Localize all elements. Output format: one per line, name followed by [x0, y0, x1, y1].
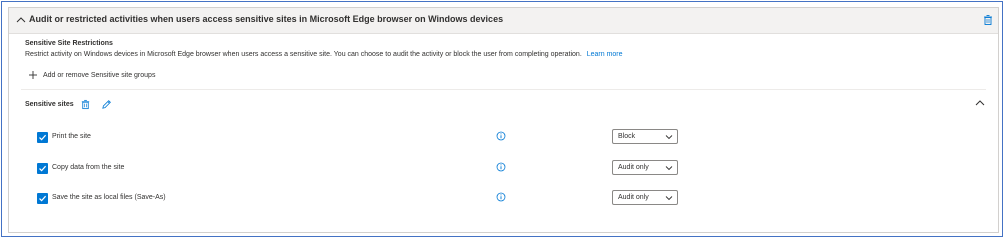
- site-restriction-row: Save the site as local files (Save-As) A…: [9, 190, 998, 210]
- chevron-down-icon: [665, 196, 673, 201]
- save-as-checkbox[interactable]: [37, 193, 48, 204]
- info-icon[interactable]: [496, 131, 506, 141]
- site-restriction-row: Copy data from the site Audit only: [9, 160, 998, 180]
- row-label: Save the site as local files (Save-As): [52, 194, 166, 201]
- section-header[interactable]: Audit or restricted activities when user…: [9, 8, 998, 34]
- chevron-down-icon: [665, 135, 673, 140]
- checkmark-icon: [39, 165, 47, 172]
- dropdown-value: Audit only: [618, 194, 649, 201]
- restrictions-description: Restrict activity on Windows devices in …: [25, 51, 623, 58]
- pencil-icon[interactable]: [101, 99, 112, 110]
- trash-icon[interactable]: [80, 99, 91, 110]
- row-label: Print the site: [52, 133, 91, 140]
- add-groups-label: Add or remove Sensitive site groups: [43, 71, 156, 79]
- add-remove-groups-button[interactable]: Add or remove Sensitive site groups: [28, 69, 155, 81]
- action-dropdown[interactable]: Block: [612, 129, 678, 144]
- chevron-up-icon[interactable]: [15, 14, 27, 26]
- window-frame: Audit or restricted activities when user…: [1, 1, 1003, 237]
- copy-data-checkbox[interactable]: [37, 163, 48, 174]
- print-site-checkbox[interactable]: [37, 132, 48, 143]
- learn-more-link[interactable]: Learn more: [587, 51, 623, 58]
- section-title: Audit or restricted activities when user…: [29, 14, 504, 24]
- checkmark-icon: [39, 134, 47, 141]
- description-text: Restrict activity on Windows devices in …: [25, 51, 582, 58]
- edge-restrictions-section: Audit or restricted activities when user…: [8, 7, 999, 233]
- chevron-down-icon: [665, 166, 673, 171]
- row-label: Copy data from the site: [52, 164, 125, 171]
- info-icon[interactable]: [496, 192, 506, 202]
- site-restriction-row: Print the site Block: [9, 129, 998, 149]
- checkmark-icon: [39, 195, 47, 202]
- divider: [21, 89, 986, 90]
- plus-icon: [29, 71, 37, 79]
- action-dropdown[interactable]: Audit only: [612, 190, 678, 205]
- chevron-up-icon[interactable]: [974, 97, 986, 109]
- trash-icon[interactable]: [982, 14, 994, 26]
- restrictions-heading: Sensitive Site Restrictions: [25, 40, 113, 47]
- sensitive-sites-label: Sensitive sites: [25, 100, 74, 108]
- info-icon[interactable]: [496, 162, 506, 172]
- action-dropdown[interactable]: Audit only: [612, 160, 678, 175]
- dropdown-value: Block: [618, 133, 636, 140]
- sensitive-sites-header: Sensitive sites: [25, 97, 112, 111]
- dropdown-value: Audit only: [618, 164, 649, 171]
